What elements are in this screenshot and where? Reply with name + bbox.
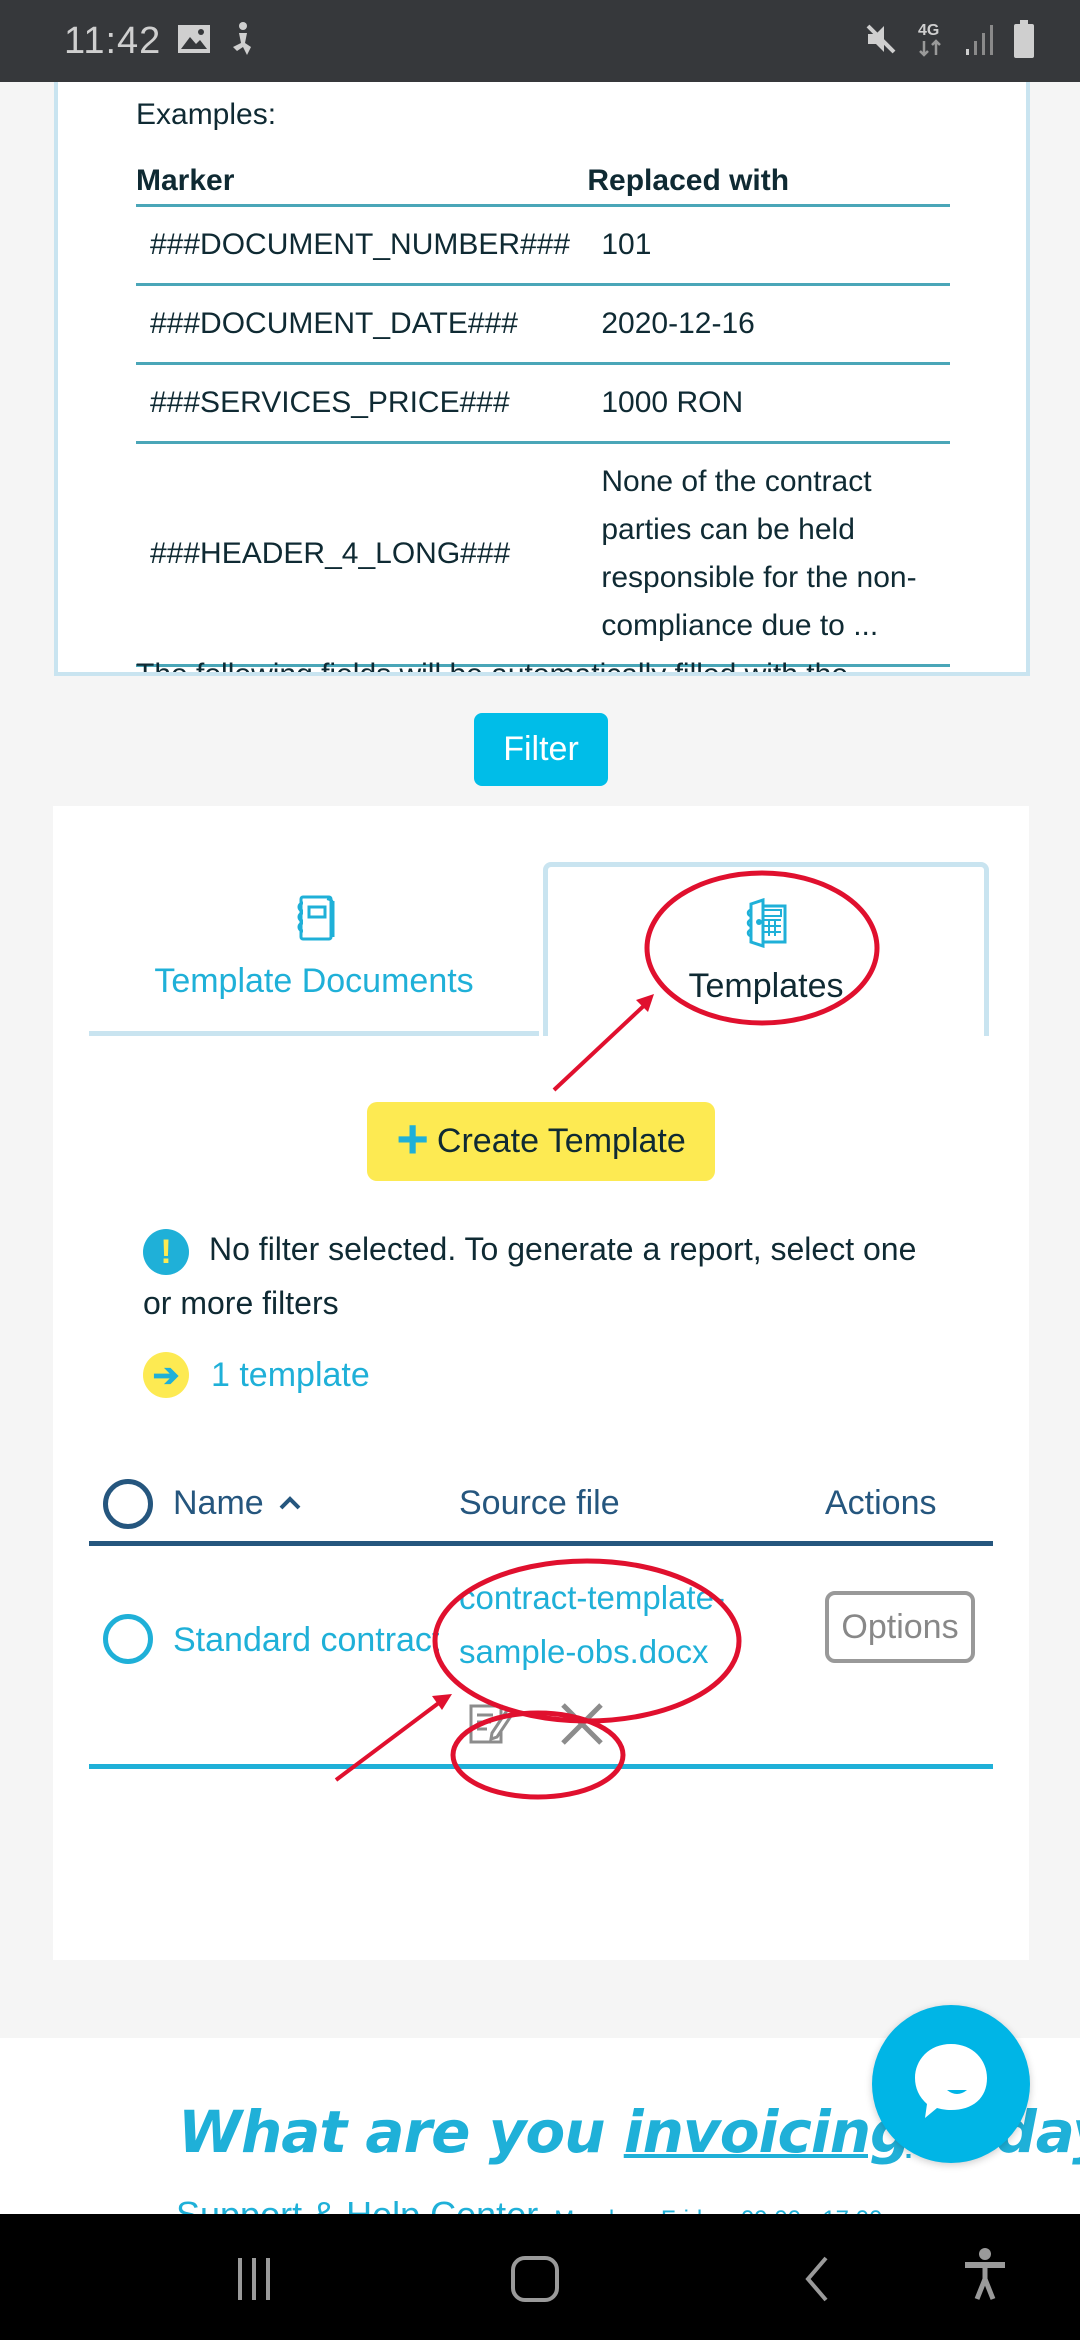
- column-name-label: Name: [173, 1484, 264, 1522]
- delete-icon[interactable]: [557, 1699, 607, 1749]
- tab-label: Template Documents: [154, 962, 474, 1000]
- value-cell: 2020-12-16: [587, 284, 950, 365]
- signal-icon: [964, 21, 994, 62]
- column-header-marker: Marker: [136, 164, 588, 207]
- tab-label: Templates: [688, 967, 844, 1005]
- marker-cell: ###DOCUMENT_NUMBER###: [136, 205, 588, 286]
- examples-table: Marker Replaced with ###DOCUMENT_NUMBER#…: [136, 164, 950, 667]
- tab-template-documents[interactable]: Template Documents: [89, 866, 539, 1036]
- network-4g-icon: 4G: [916, 19, 946, 64]
- row-select-radio[interactable]: [103, 1614, 153, 1664]
- list-header: Name Source file Actions: [89, 1476, 993, 1546]
- table-row: ###DOCUMENT_NUMBER### 101: [136, 205, 950, 286]
- accessibility-icon[interactable]: [962, 2248, 1008, 2300]
- chat-button[interactable]: [872, 2005, 1030, 2163]
- create-template-button[interactable]: + Create Template: [367, 1102, 715, 1181]
- cut-off-text-bottom: The following fields will be automatical…: [136, 658, 849, 676]
- templates-panel: Template Documents Templates + Create Te…: [53, 806, 1029, 1960]
- slogan-text: What are you: [178, 2098, 624, 2166]
- exclamation-icon: !: [143, 1228, 189, 1275]
- status-bar: 11:42 4G: [0, 0, 1080, 82]
- template-count: ➔ 1 template: [143, 1352, 370, 1398]
- column-header-actions: Actions: [825, 1484, 937, 1522]
- notice-text: No filter selected. To generate a report…: [143, 1231, 917, 1321]
- slogan-underlined: invoicing: [623, 2098, 912, 2166]
- chat-bubble-icon: [911, 2040, 991, 2129]
- battery-icon: [1012, 19, 1036, 64]
- source-file-link[interactable]: contract-template-sample-obs.docx: [459, 1571, 735, 1679]
- sort-ascending-icon: [278, 1490, 302, 1518]
- marker-cell: ###DOCUMENT_DATE###: [136, 284, 588, 365]
- create-template-label: Create Template: [436, 1122, 686, 1160]
- value-cell: 101: [587, 205, 950, 286]
- notebook-icon: [289, 893, 339, 948]
- template-calculator-icon: [741, 897, 791, 953]
- template-count-label: 1 template: [211, 1355, 370, 1394]
- mute-icon: [864, 22, 898, 61]
- table-row: ###SERVICES_PRICE### 1000 RON: [136, 363, 950, 444]
- status-time: 11:42: [64, 19, 162, 62]
- home-icon[interactable]: [510, 2254, 560, 2304]
- table-row: ###DOCUMENT_DATE### 2020-12-16: [136, 284, 950, 365]
- svg-text:4G: 4G: [918, 22, 939, 39]
- list-item: Standard contract contract-template-samp…: [89, 1551, 993, 1769]
- tab-templates[interactable]: Templates: [543, 862, 989, 1036]
- column-header-name[interactable]: Name: [173, 1484, 302, 1523]
- plus-icon: +: [396, 1106, 429, 1170]
- row-actions: [467, 1699, 607, 1749]
- examples-card: data will be created. Examples: Marker R…: [54, 60, 1030, 676]
- arrow-right-icon: ➔: [143, 1352, 189, 1398]
- edit-icon[interactable]: [467, 1699, 517, 1749]
- template-name-link[interactable]: Standard contract: [173, 1621, 439, 1660]
- options-button[interactable]: Options: [825, 1591, 975, 1663]
- value-cell: None of the contract parties can be held…: [587, 442, 950, 667]
- no-filter-notice: ! No filter selected. To generate a repor…: [143, 1222, 943, 1330]
- examples-label: Examples:: [136, 98, 277, 131]
- column-header-replaced-with: Replaced with: [587, 164, 950, 207]
- value-cell: 1000 RON: [587, 363, 950, 444]
- select-all-radio[interactable]: [103, 1479, 153, 1529]
- accessibility-notification-icon: [227, 21, 257, 62]
- android-nav-bar: [0, 2214, 1080, 2340]
- filter-button[interactable]: Filter: [474, 713, 608, 786]
- gallery-icon: [177, 24, 211, 59]
- table-row: ###HEADER_4_LONG### None of the contract…: [136, 442, 950, 667]
- column-header-source-file: Source file: [459, 1484, 620, 1522]
- marker-cell: ###SERVICES_PRICE###: [136, 363, 588, 444]
- recent-apps-icon[interactable]: [232, 2254, 276, 2304]
- marker-cell: ###HEADER_4_LONG###: [136, 442, 588, 667]
- back-icon[interactable]: [802, 2254, 832, 2304]
